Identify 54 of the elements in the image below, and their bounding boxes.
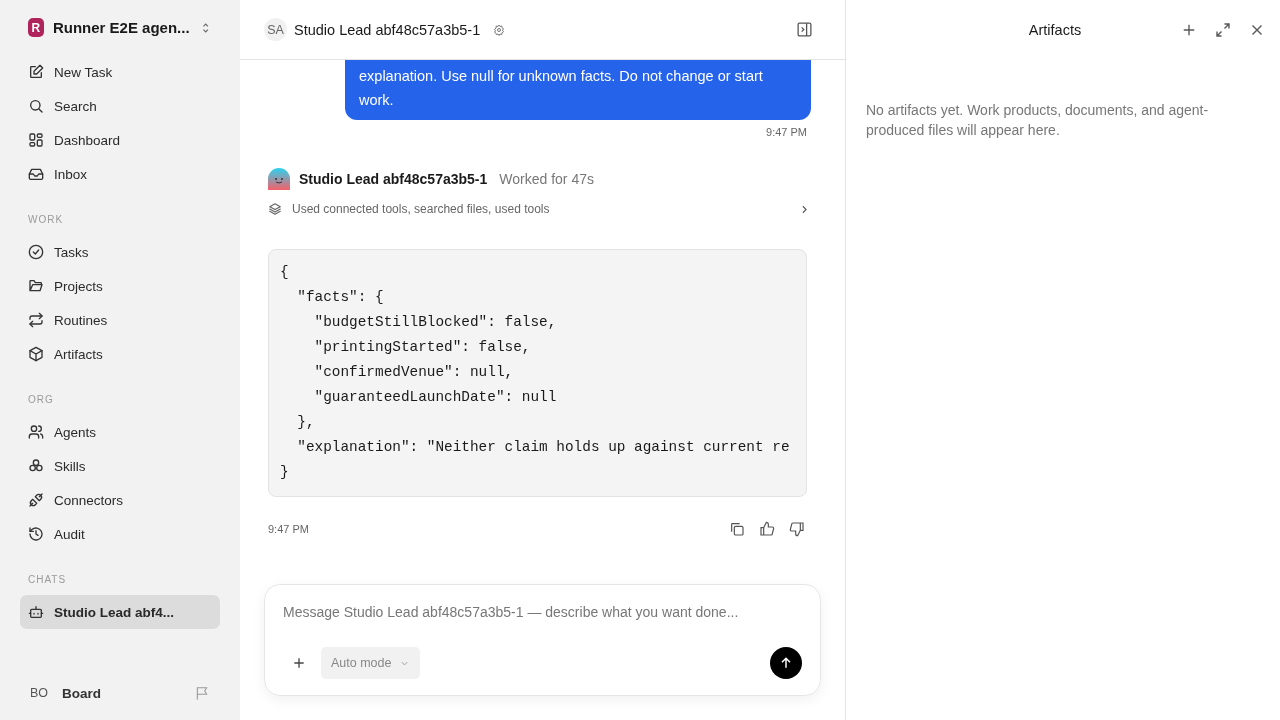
nav-icon (28, 424, 44, 440)
copy-icon[interactable] (729, 521, 745, 537)
agent-avatar (268, 168, 290, 190)
nav-icon (28, 166, 44, 182)
section-title: CHATS (27, 573, 68, 587)
nav-icon (28, 98, 44, 114)
user-avatar[interactable]: BO (30, 686, 50, 700)
nav-item[interactable]: Audit (20, 517, 220, 551)
nav-icon (28, 604, 44, 620)
nav-item[interactable]: Routines (20, 303, 220, 337)
nav-icon (28, 526, 44, 542)
thumbs-down-icon[interactable] (789, 521, 805, 537)
thumbs-up-icon[interactable] (759, 521, 775, 537)
code-block: { "facts": { "budgetStillBlocked": false, "printingStarted": false, "confirmedVenue": null, "guaranteedLaunchDate": null }, "explanation": "Neither claim holds up against current re } (268, 249, 807, 497)
work-duration: Worked for 47s (499, 171, 594, 187)
nav-icon (28, 346, 44, 362)
send-button[interactable] (770, 647, 802, 679)
nav-icon (28, 458, 44, 474)
nav-item[interactable]: Studio Lead abf4... (20, 595, 220, 629)
panel-title: Artifacts (1027, 22, 1083, 38)
expand-icon[interactable] (1214, 21, 1232, 39)
workspace-logo: R (28, 18, 44, 37)
nav-item[interactable]: Tasks (20, 235, 220, 269)
nav-item[interactable]: Inbox (20, 157, 220, 191)
nav-icon (28, 312, 44, 328)
user-name: Board (62, 685, 102, 701)
nav-item[interactable]: Skills (20, 449, 220, 483)
nav-item[interactable]: New Task (20, 55, 220, 89)
panel-toggle-icon[interactable] (796, 21, 813, 38)
layers-icon (268, 202, 282, 216)
nav-icon (28, 64, 44, 80)
section-title: WORK (27, 213, 65, 227)
section-title: ORG (27, 393, 55, 407)
message-time: 9:47 PM (766, 126, 807, 138)
nav-item[interactable]: Projects (20, 269, 220, 303)
nav-icon (28, 244, 44, 260)
chat-title: Studio Lead abf48c57a3b5-1 (294, 21, 481, 38)
nav-item[interactable]: Artifacts (20, 337, 220, 371)
tools-summary[interactable]: Used connected tools, searched files, used tools (268, 202, 811, 216)
add-icon[interactable] (291, 655, 307, 671)
nav-item[interactable]: Dashboard (20, 123, 220, 157)
empty-state-text: No artifacts yet. Work products, documents, and agent-produced files will appear here. (866, 101, 1210, 140)
workspace-name[interactable]: Runner E2E agen... (52, 19, 190, 36)
user-message: explanation. Use null for unknown facts. Do not change or start work. (345, 60, 811, 120)
nav-item[interactable]: Agents (20, 415, 220, 449)
message-time: 9:47 PM (268, 523, 309, 535)
nav-item[interactable]: Connectors (20, 483, 220, 517)
nav-icon (28, 278, 44, 294)
agent-name: Studio Lead abf48c57a3b5-1 (299, 171, 488, 187)
settings-icon[interactable] (493, 23, 506, 36)
nav-icon (28, 492, 44, 508)
nav-icon (28, 132, 44, 148)
agent-avatar: SA (264, 18, 287, 41)
nav-item[interactable]: Search (20, 89, 220, 123)
